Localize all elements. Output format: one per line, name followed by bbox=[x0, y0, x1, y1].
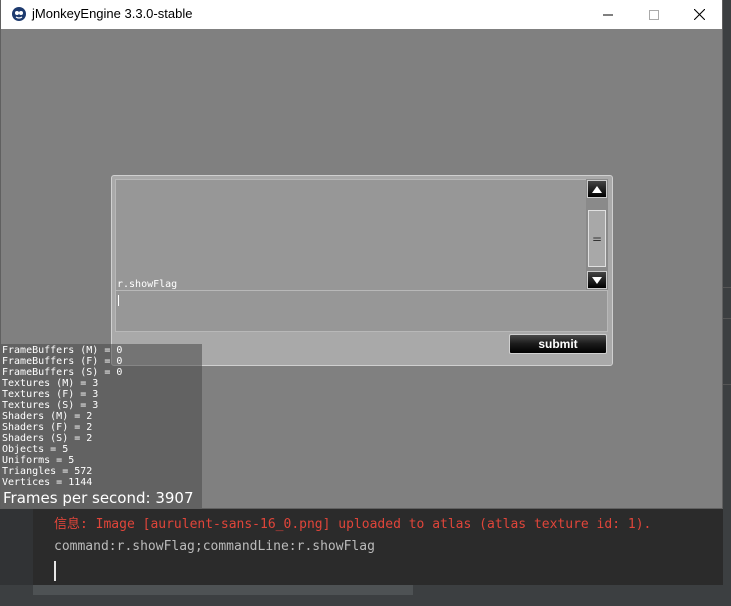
ide-output-log[interactable]: 信息: Image [aurulent-sans-16_0.png] uploa… bbox=[33, 505, 723, 585]
app-window: jMonkeyEngine 3.3.0-stable r.showFlag = bbox=[1, 0, 722, 508]
ide-gutter bbox=[0, 505, 33, 585]
stat-line: FrameBuffers (F) = 0 bbox=[2, 356, 123, 367]
stat-line: Vertices = 1144 bbox=[2, 477, 93, 488]
minimize-icon bbox=[603, 14, 613, 15]
console-input-field[interactable] bbox=[115, 290, 608, 332]
maximize-button[interactable] bbox=[631, 0, 677, 29]
arrow-up-icon bbox=[592, 185, 602, 193]
text-caret bbox=[118, 295, 119, 306]
scroll-up-button[interactable] bbox=[587, 180, 607, 198]
submit-button[interactable]: submit bbox=[509, 334, 607, 354]
grip-icon: = bbox=[591, 231, 603, 246]
arrow-down-icon bbox=[592, 276, 602, 284]
stat-line: Textures (S) = 3 bbox=[2, 400, 99, 411]
stat-line: FrameBuffers (S) = 0 bbox=[2, 367, 123, 378]
jmonkey-logo-icon bbox=[12, 7, 26, 21]
stat-line: FrameBuffers (M) = 0 bbox=[2, 345, 123, 356]
close-icon bbox=[693, 9, 705, 20]
stat-line: Uniforms = 5 bbox=[2, 455, 75, 466]
horizontal-scrollbar[interactable] bbox=[33, 585, 413, 595]
stat-line: Shaders (S) = 2 bbox=[2, 433, 93, 444]
ide-bottom-bar bbox=[0, 585, 731, 606]
window-title: jMonkeyEngine 3.3.0-stable bbox=[32, 6, 193, 21]
console-output: r.showFlag bbox=[115, 179, 587, 292]
console-panel: r.showFlag = submit bbox=[111, 175, 613, 366]
render-viewport[interactable]: r.showFlag = submit FrameBuffers (M) = 0… bbox=[1, 29, 722, 508]
log-line-info: 信息: Image [aurulent-sans-16_0.png] uploa… bbox=[54, 517, 652, 532]
scroll-down-button[interactable] bbox=[587, 271, 607, 289]
title-bar[interactable]: jMonkeyEngine 3.3.0-stable bbox=[1, 0, 722, 29]
stats-list: FrameBuffers (M) = 0 FrameBuffers (F) = … bbox=[2, 345, 122, 488]
stat-line: Triangles = 572 bbox=[2, 466, 93, 477]
close-button[interactable] bbox=[676, 0, 722, 29]
scrollbar-thumb[interactable]: = bbox=[588, 210, 606, 267]
fps-counter: Frames per second: 3907 bbox=[3, 489, 194, 507]
log-line-command: command:r.showFlag;commandLine:r.showFla… bbox=[54, 539, 375, 554]
stats-overlay: FrameBuffers (M) = 0 FrameBuffers (F) = … bbox=[1, 344, 202, 508]
console-scrollbar[interactable]: = bbox=[586, 179, 608, 290]
minimize-button[interactable] bbox=[585, 0, 631, 29]
stat-line: Objects = 5 bbox=[2, 444, 69, 455]
stat-line: Textures (M) = 3 bbox=[2, 378, 99, 389]
stat-line: Textures (F) = 3 bbox=[2, 389, 99, 400]
ide-right-strip bbox=[722, 0, 731, 606]
log-caret bbox=[54, 561, 56, 581]
stat-line: Shaders (M) = 2 bbox=[2, 411, 93, 422]
stat-line: Shaders (F) = 2 bbox=[2, 422, 93, 433]
maximize-icon bbox=[649, 9, 659, 20]
